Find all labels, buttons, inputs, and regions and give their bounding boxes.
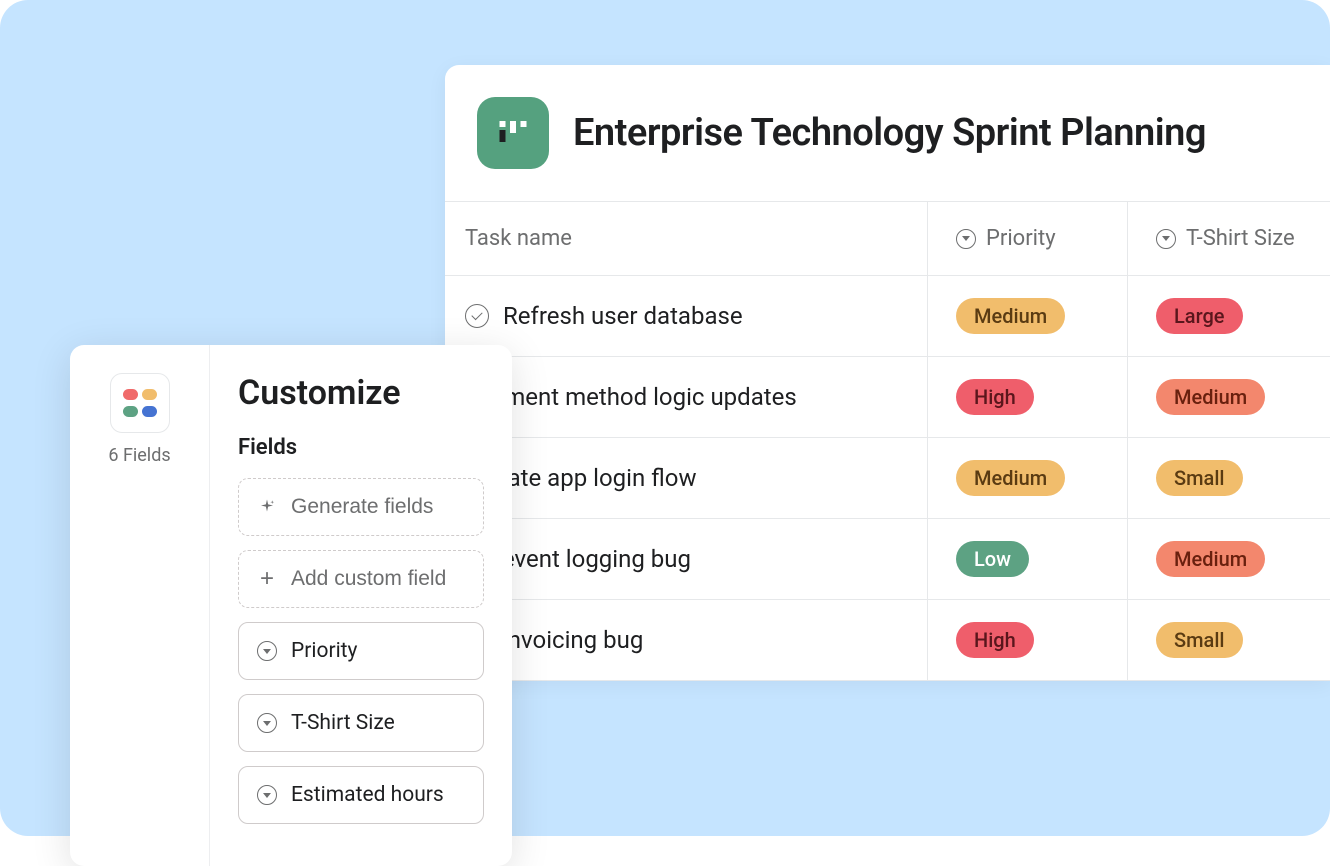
table-body: Refresh user database Medium Large Payment …	[445, 276, 1330, 681]
column-label: T-Shirt Size	[1186, 226, 1295, 251]
size-pill[interactable]: Small	[1156, 622, 1243, 658]
priority-cell[interactable]: Medium	[927, 438, 1127, 518]
priority-pill[interactable]: Low	[956, 541, 1029, 577]
field-list: Priority T-Shirt Size Estimated hours	[238, 622, 484, 824]
priority-pill[interactable]: High	[956, 379, 1034, 415]
generate-fields-button[interactable]: Generate fields	[238, 478, 484, 536]
column-label: Priority	[986, 226, 1056, 251]
size-cell[interactable]: Small	[1127, 438, 1327, 518]
table-row[interactable]: Update app login flow Medium Small	[445, 438, 1330, 519]
dropdown-icon	[257, 713, 277, 733]
column-header-priority[interactable]: Priority	[927, 202, 1127, 275]
field-item[interactable]: Priority	[238, 622, 484, 680]
fields-icon[interactable]	[110, 373, 170, 433]
priority-cell[interactable]: Low	[927, 519, 1127, 599]
size-cell[interactable]: Large	[1127, 276, 1327, 356]
size-cell[interactable]: Small	[1127, 600, 1327, 680]
table-row[interactable]: Payment method logic updates High Medium	[445, 357, 1330, 438]
customize-title: Customize	[238, 373, 484, 413]
size-pill[interactable]: Large	[1156, 298, 1243, 334]
column-header-size[interactable]: T-Shirt Size	[1127, 202, 1327, 275]
dropdown-icon	[257, 641, 277, 661]
task-cell[interactable]: Payment method logic updates	[445, 357, 927, 437]
size-pill[interactable]: Small	[1156, 460, 1243, 496]
fields-count: 6 Fields	[108, 445, 170, 466]
priority-cell[interactable]: High	[927, 357, 1127, 437]
table-header: Task name Priority T-Shirt Size	[445, 201, 1330, 276]
size-pill[interactable]: Medium	[1156, 379, 1265, 415]
task-name: Payment method logic updates	[465, 383, 797, 411]
sparkle-icon	[257, 497, 277, 517]
customize-panel: 6 Fields Customize Fields Generate field…	[70, 345, 512, 866]
generate-fields-label: Generate fields	[291, 495, 433, 519]
field-label: Priority	[291, 639, 357, 663]
table-row[interactable]: Fix invoicing bug High Small	[445, 600, 1330, 681]
customize-main: Customize Fields Generate fields + Add c…	[210, 345, 512, 866]
table-row[interactable]: Fix event logging bug Low Medium	[445, 519, 1330, 600]
task-cell[interactable]: Update app login flow	[445, 438, 927, 518]
priority-pill[interactable]: Medium	[956, 298, 1065, 334]
add-custom-field-label: Add custom field	[291, 567, 446, 591]
project-title: Enterprise Technology Sprint Planning	[573, 111, 1206, 155]
dropdown-icon	[1156, 229, 1176, 249]
add-custom-field-button[interactable]: + Add custom field	[238, 550, 484, 608]
customize-subtitle: Fields	[238, 435, 484, 460]
table-row[interactable]: Refresh user database Medium Large	[445, 276, 1330, 357]
priority-pill[interactable]: High	[956, 622, 1034, 658]
priority-cell[interactable]: High	[927, 600, 1127, 680]
check-circle-icon[interactable]	[465, 304, 489, 328]
project-icon	[477, 97, 549, 169]
field-label: T-Shirt Size	[291, 711, 395, 735]
field-label: Estimated hours	[291, 783, 444, 807]
field-item[interactable]: Estimated hours	[238, 766, 484, 824]
task-name: Refresh user database	[503, 302, 743, 330]
main-panel: Enterprise Technology Sprint Planning Ta…	[445, 65, 1330, 681]
plus-icon: +	[257, 569, 277, 589]
priority-pill[interactable]: Medium	[956, 460, 1065, 496]
dropdown-icon	[257, 785, 277, 805]
task-cell[interactable]: Fix invoicing bug	[445, 600, 927, 680]
size-cell[interactable]: Medium	[1127, 357, 1327, 437]
size-pill[interactable]: Medium	[1156, 541, 1265, 577]
size-cell[interactable]: Medium	[1127, 519, 1327, 599]
column-header-task[interactable]: Task name	[445, 202, 927, 275]
dropdown-icon	[956, 229, 976, 249]
project-header: Enterprise Technology Sprint Planning	[445, 65, 1330, 201]
customize-sidebar: 6 Fields	[70, 345, 210, 866]
priority-cell[interactable]: Medium	[927, 276, 1127, 356]
task-cell[interactable]: Fix event logging bug	[445, 519, 927, 599]
field-item[interactable]: T-Shirt Size	[238, 694, 484, 752]
task-cell[interactable]: Refresh user database	[445, 276, 927, 356]
